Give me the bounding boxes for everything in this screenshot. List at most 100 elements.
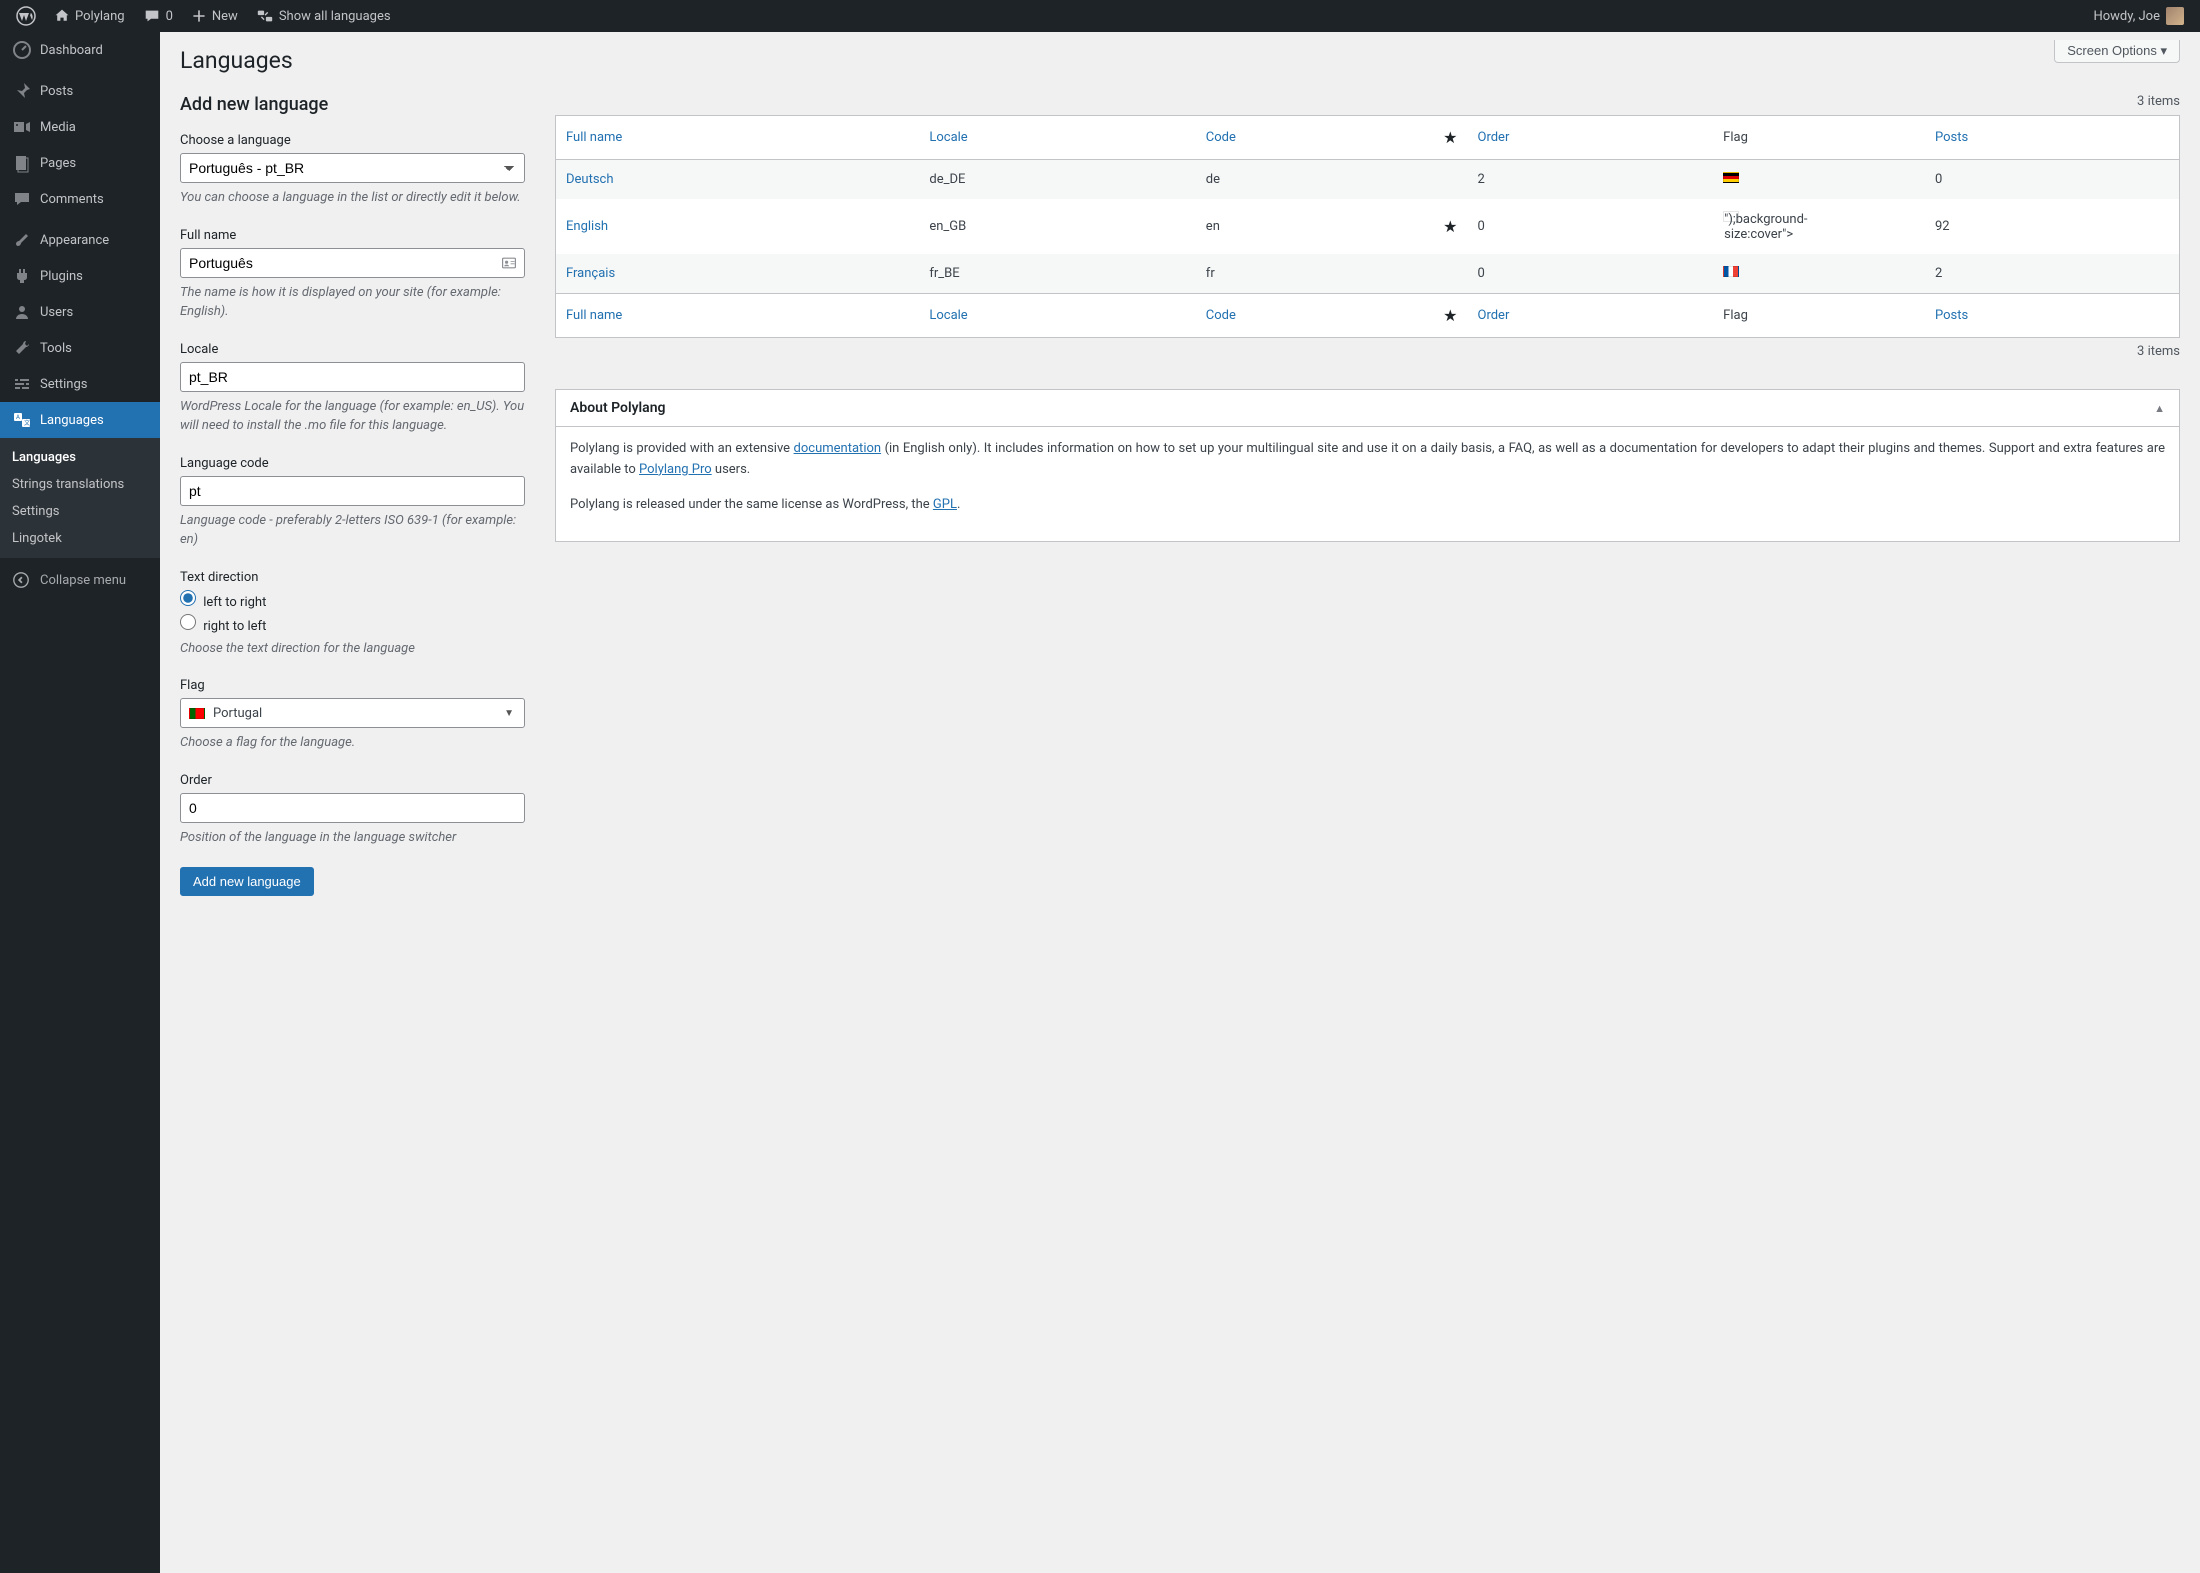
th-posts[interactable]: Posts	[1935, 130, 1968, 145]
sidebar-item-label: Pages	[40, 156, 76, 171]
about-toggle[interactable]: About Polylang ▲	[556, 390, 2179, 427]
row-default	[1433, 160, 1467, 200]
row-name-link[interactable]: Français	[566, 266, 615, 281]
contact-card-icon	[501, 255, 517, 271]
page-title: Languages	[180, 47, 2180, 74]
row-posts: 92	[1925, 199, 2180, 254]
brush-icon	[12, 230, 32, 250]
locale-label: Locale	[180, 342, 525, 357]
th-code[interactable]: Code	[1206, 130, 1236, 145]
fullname-input[interactable]	[180, 248, 525, 278]
sidebar-item-settings[interactable]: Settings	[0, 366, 160, 402]
add-new-heading: Add new language	[180, 94, 525, 115]
sidebar-submenu: Languages Strings translations Settings …	[0, 438, 160, 558]
triangle-up-icon: ▲	[2154, 402, 2165, 415]
sidebar-item-label: Media	[40, 120, 76, 135]
wp-logo[interactable]	[8, 0, 44, 32]
documentation-link[interactable]: documentation	[794, 441, 882, 456]
screen-options-button[interactable]: Screen Options ▾	[2054, 40, 2180, 63]
row-order: 0	[1468, 254, 1714, 294]
new-content-link[interactable]: New	[183, 0, 246, 32]
ltr-label[interactable]: left to right	[203, 595, 266, 610]
sidebar-item-languages[interactable]: A文 Languages	[0, 402, 160, 438]
rtl-label[interactable]: right to left	[203, 619, 266, 634]
sidebar-item-posts[interactable]: Posts	[0, 73, 160, 109]
tf-posts[interactable]: Posts	[1935, 308, 1968, 323]
flag-select[interactable]: Portugal	[180, 698, 525, 728]
gpl-link[interactable]: GPL	[933, 497, 957, 512]
choose-language-select[interactable]: Português - pt_BR	[180, 153, 525, 183]
admin-toolbar: Polylang 0 New Show all languages Howdy,…	[0, 0, 2200, 32]
direction-desc: Choose the text direction for the langua…	[180, 639, 525, 659]
star-icon: ★	[1443, 128, 1457, 147]
flag-label: Flag	[180, 678, 525, 693]
table-row: English en_GB en ★ 0 ");background-size:…	[556, 199, 2180, 254]
show-all-languages-link[interactable]: Show all languages	[248, 0, 399, 32]
howdy-text: Howdy, Joe	[2093, 9, 2160, 24]
sidebar-item-label: Users	[40, 305, 73, 320]
flag-select-text: Portugal	[213, 706, 262, 721]
plug-icon	[12, 266, 32, 286]
site-name-text: Polylang	[75, 9, 125, 24]
locale-input[interactable]	[180, 362, 525, 392]
order-input[interactable]	[180, 793, 525, 823]
polylang-pro-link[interactable]: Polylang Pro	[639, 462, 712, 477]
tf-code[interactable]: Code	[1206, 308, 1236, 323]
pin-icon	[12, 81, 32, 101]
code-input[interactable]	[180, 476, 525, 506]
row-name-link[interactable]: English	[566, 219, 608, 234]
row-name-link[interactable]: Deutsch	[566, 172, 614, 187]
my-account-link[interactable]: Howdy, Joe	[2085, 0, 2192, 32]
sidebar-item-label: Settings	[40, 377, 87, 392]
show-all-label: Show all languages	[279, 9, 391, 24]
tf-fullname[interactable]: Full name	[566, 308, 622, 323]
row-code: fr	[1196, 254, 1433, 294]
submenu-item-languages[interactable]: Languages	[0, 444, 160, 471]
submenu-item-lingotek[interactable]: Lingotek	[0, 525, 160, 552]
wrench-icon	[12, 338, 32, 358]
ltr-radio[interactable]	[180, 590, 196, 606]
submenu-item-settings[interactable]: Settings	[0, 498, 160, 525]
pages-icon	[12, 153, 32, 173]
items-count-top: 3 items	[555, 94, 2180, 109]
row-flag: ");background-size:cover">	[1713, 199, 1925, 254]
languages-table: Full name Locale Code ★ Order Flag Posts…	[555, 115, 2180, 338]
rtl-radio[interactable]	[180, 614, 196, 630]
collapse-label: Collapse menu	[40, 573, 126, 588]
fullname-desc: The name is how it is displayed on your …	[180, 283, 525, 322]
sidebar-item-plugins[interactable]: Plugins	[0, 258, 160, 294]
tf-locale[interactable]: Locale	[929, 308, 967, 323]
collapse-menu-button[interactable]: Collapse menu	[0, 563, 160, 597]
add-new-language-button[interactable]: Add new language	[180, 867, 314, 896]
sidebar-item-pages[interactable]: Pages	[0, 145, 160, 181]
row-locale: en_GB	[919, 199, 1195, 254]
tf-flag: Flag	[1713, 294, 1925, 338]
th-order[interactable]: Order	[1478, 130, 1510, 145]
sidebar-item-users[interactable]: Users	[0, 294, 160, 330]
sidebar-item-media[interactable]: Media	[0, 109, 160, 145]
collapse-arrow-icon	[12, 571, 32, 589]
sidebar-item-label: Languages	[40, 413, 104, 428]
tf-order[interactable]: Order	[1478, 308, 1510, 323]
sidebar-item-label: Posts	[40, 84, 73, 99]
comments-link[interactable]: 0	[135, 0, 181, 32]
sidebar-item-label: Tools	[40, 341, 72, 356]
choose-language-label: Choose a language	[180, 133, 525, 148]
th-locale[interactable]: Locale	[929, 130, 967, 145]
sidebar-item-appearance[interactable]: Appearance	[0, 222, 160, 258]
submenu-item-strings[interactable]: Strings translations	[0, 471, 160, 498]
sidebar-item-label: Plugins	[40, 269, 83, 284]
comments-count: 0	[166, 9, 173, 24]
portugal-flag-icon	[189, 708, 205, 719]
row-posts: 2	[1925, 254, 2180, 294]
site-name-link[interactable]: Polylang	[46, 0, 133, 32]
dashboard-icon	[12, 40, 32, 60]
fullname-label: Full name	[180, 228, 525, 243]
sidebar-item-dashboard[interactable]: Dashboard	[0, 32, 160, 68]
th-fullname[interactable]: Full name	[566, 130, 622, 145]
sidebar-item-comments[interactable]: Comments	[0, 181, 160, 217]
sidebar-item-label: Comments	[40, 192, 104, 207]
sidebar-item-tools[interactable]: Tools	[0, 330, 160, 366]
row-flag	[1713, 254, 1925, 294]
row-order: 2	[1468, 160, 1714, 200]
